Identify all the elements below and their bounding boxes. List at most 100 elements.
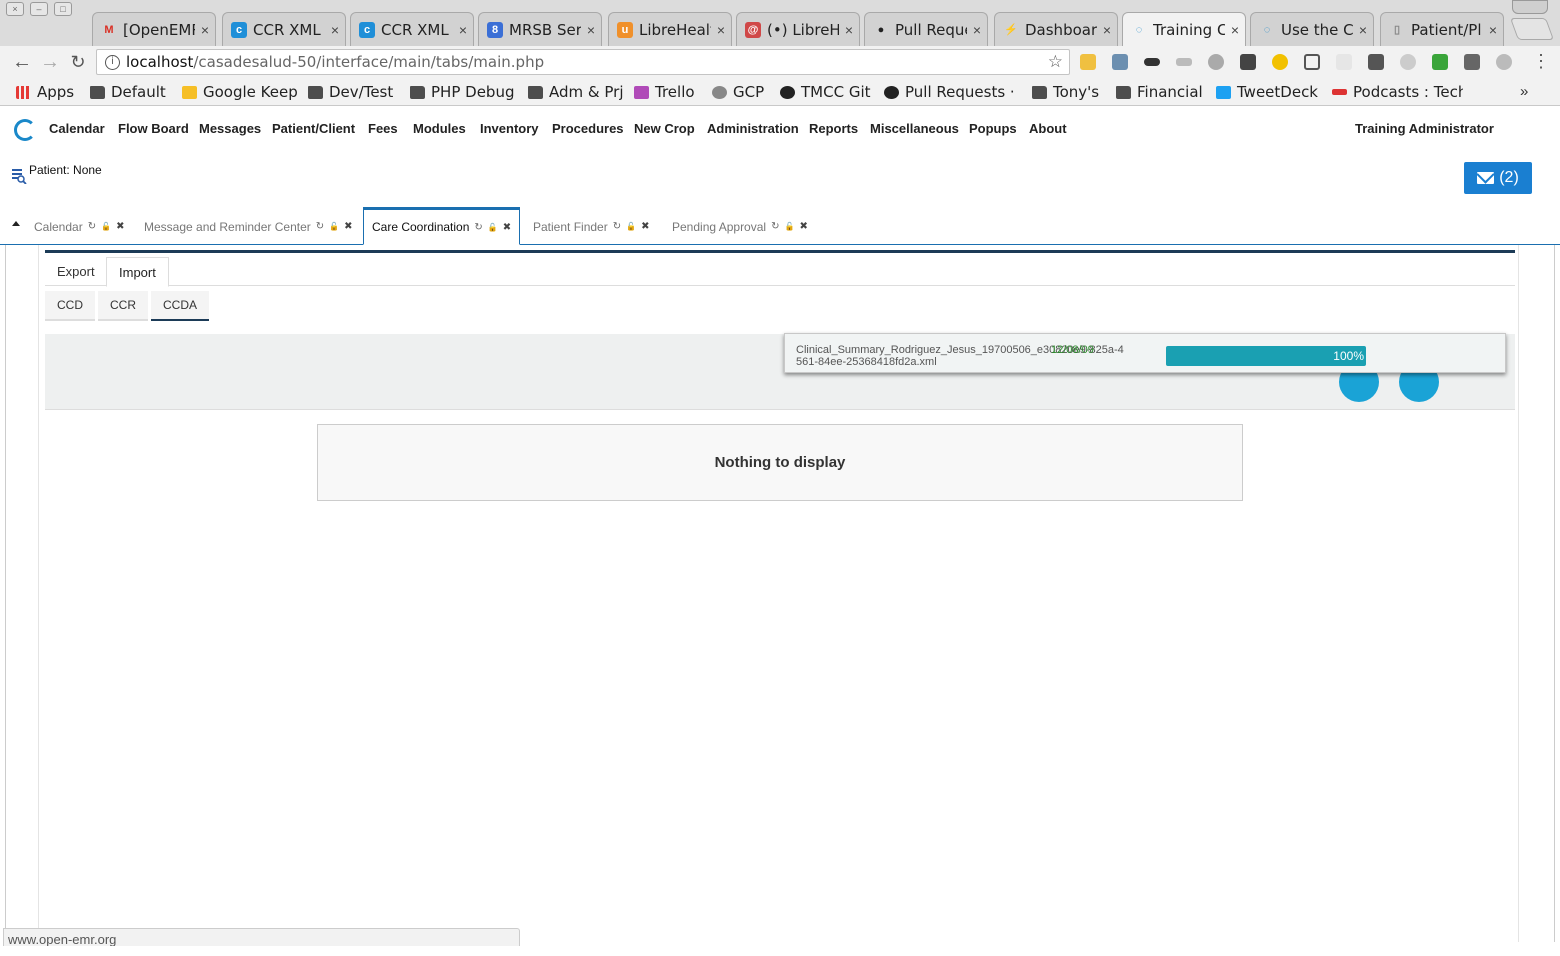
menu-administration[interactable]: Administration	[707, 121, 799, 136]
cast-icon[interactable]	[1304, 54, 1320, 70]
browser-tab[interactable]: ⚡ Dashboard ×	[994, 12, 1118, 46]
extension-blank-icon[interactable]	[1336, 54, 1352, 70]
address-bar[interactable]: i localhost/casadesalud-50/interface/mai…	[96, 49, 1070, 75]
tab-message-and-reminder-center[interactable]: Message and Reminder Center ↻ 🔓 ✖	[136, 208, 361, 245]
menu-messages[interactable]: Messages	[199, 121, 261, 136]
refresh-icon[interactable]: ↻	[771, 221, 779, 232]
bookmark-item[interactable]: Apps	[16, 82, 74, 102]
close-tab-icon[interactable]: ×	[1103, 22, 1111, 38]
reload-button[interactable]: ↻	[66, 50, 90, 74]
menu-inventory[interactable]: Inventory	[480, 121, 539, 136]
tab-import[interactable]: Import	[106, 257, 169, 287]
close-icon[interactable]: ✖	[799, 221, 807, 232]
bookmark-item[interactable]: GCP	[712, 82, 764, 102]
unlock-icon[interactable]: 🔓	[101, 222, 111, 231]
close-window-button[interactable]: ×	[6, 2, 24, 16]
tab-ccr[interactable]: CCR	[98, 291, 148, 321]
menu-flow-board[interactable]: Flow Board	[118, 121, 189, 136]
refresh-icon[interactable]: ↻	[613, 221, 621, 232]
minimize-window-button[interactable]: –	[30, 2, 48, 16]
menu-new-crop[interactable]: New Crop	[634, 121, 695, 136]
extension-pr-icon[interactable]	[1464, 54, 1480, 70]
browser-tab[interactable]: ◌ Use the Ca ×	[1250, 12, 1374, 46]
extension-green-icon[interactable]	[1432, 54, 1448, 70]
close-tab-icon[interactable]: ×	[973, 22, 981, 38]
bookmark-item[interactable]: Tony's	[1032, 82, 1099, 102]
close-tab-icon[interactable]: ×	[1231, 22, 1239, 38]
close-tab-icon[interactable]: ×	[1359, 22, 1367, 38]
close-icon[interactable]: ✖	[503, 222, 511, 233]
unlock-icon[interactable]: 🔓	[488, 223, 498, 232]
bookmark-item[interactable]: Pull Requests · L	[884, 82, 1017, 102]
extension-gear-icon[interactable]	[1208, 54, 1224, 70]
close-icon[interactable]: ✖	[641, 221, 649, 232]
close-icon[interactable]: ✖	[344, 221, 352, 232]
refresh-icon[interactable]: ↻	[88, 221, 96, 232]
close-tab-icon[interactable]: ×	[1489, 22, 1497, 38]
menu-miscellaneous[interactable]: Miscellaneous	[870, 121, 959, 136]
bookmark-item[interactable]: Google Keep	[182, 82, 298, 102]
close-tab-icon[interactable]: ×	[717, 22, 725, 38]
menu-about[interactable]: About	[1029, 121, 1067, 136]
bookmark-item[interactable]: Trello	[634, 82, 695, 102]
patient-search-icon[interactable]	[11, 168, 27, 184]
menu-reports[interactable]: Reports	[809, 121, 858, 136]
unlock-icon[interactable]: 🔓	[784, 222, 794, 231]
extension-shield-icon[interactable]	[1240, 54, 1256, 70]
site-info-icon[interactable]: i	[105, 54, 120, 70]
maximize-window-button[interactable]: □	[54, 2, 72, 16]
browser-menu-icon[interactable]: ⋮	[1532, 51, 1550, 72]
tab-ccda[interactable]: CCDA	[151, 291, 209, 321]
menu-patient-client[interactable]: Patient/Client	[272, 121, 355, 136]
browser-tab[interactable]: ● Pull Reque ×	[864, 12, 988, 46]
close-tab-icon[interactable]: ×	[845, 22, 853, 38]
menu-modules[interactable]: Modules	[413, 121, 466, 136]
bookmark-item[interactable]: Financial	[1116, 82, 1203, 102]
bookmarks-more-button[interactable]: »	[1520, 83, 1528, 100]
close-tab-icon[interactable]: ×	[331, 22, 339, 38]
bookmark-item[interactable]: Adm & Prj	[528, 82, 623, 102]
unlock-icon[interactable]: 🔓	[329, 222, 339, 231]
tab-ccd[interactable]: CCD	[45, 291, 95, 321]
bookmark-item[interactable]: Podcasts : Techr	[1332, 82, 1463, 102]
close-tab-icon[interactable]: ×	[459, 22, 467, 38]
browser-tab[interactable]: c CCR XML f ×	[222, 12, 346, 46]
bookmark-item[interactable]: PHP Debug	[410, 82, 514, 102]
bookmark-item[interactable]: TMCC Git	[780, 82, 871, 102]
refresh-icon[interactable]: ↻	[316, 221, 324, 232]
extension-notes-icon[interactable]	[1080, 54, 1096, 70]
menu-calendar[interactable]: Calendar	[49, 121, 105, 136]
menu-procedures[interactable]: Procedures	[552, 121, 624, 136]
extension-html-icon[interactable]	[1176, 58, 1192, 66]
browser-tab[interactable]: u LibreHealt ×	[608, 12, 732, 46]
user-menu[interactable]: Training Administrator	[1355, 121, 1494, 136]
messages-button[interactable]: (2)	[1464, 162, 1532, 194]
refresh-icon[interactable]: ↻	[474, 222, 482, 233]
extension-profile-icon[interactable]	[1112, 54, 1128, 70]
close-tab-icon[interactable]: ×	[201, 22, 209, 38]
unlock-icon[interactable]: 🔓	[626, 222, 636, 231]
bookmark-item[interactable]: Default	[90, 82, 166, 102]
close-tab-icon[interactable]: ×	[587, 22, 595, 38]
forward-button[interactable]: →	[38, 50, 62, 74]
tab-calendar[interactable]: Calendar ↻ 🔓 ✖	[26, 208, 132, 245]
extension-jb-icon[interactable]	[1368, 54, 1384, 70]
extension-drive-icon[interactable]	[1272, 54, 1288, 70]
browser-tab[interactable]: c CCR XML f ×	[350, 12, 474, 46]
tab-care-coordination[interactable]: Care Coordination ↻ 🔓 ✖	[363, 207, 521, 245]
openemr-logo-icon[interactable]	[14, 119, 36, 141]
profile-button[interactable]	[1512, 0, 1548, 14]
extension-cloud-icon[interactable]	[1496, 54, 1512, 70]
extension-incognito-icon[interactable]	[1144, 58, 1160, 66]
browser-tab[interactable]: M [OpenEMR ×	[92, 12, 216, 46]
bookmark-item[interactable]: TweetDeck	[1216, 82, 1318, 102]
tab-patient-finder[interactable]: Patient Finder ↻ 🔓 ✖	[525, 208, 657, 245]
menu-fees[interactable]: Fees	[368, 121, 398, 136]
menu-popups[interactable]: Popups	[969, 121, 1017, 136]
bookmark-star-icon[interactable]: ☆	[1048, 52, 1063, 72]
new-tab-button[interactable]	[1509, 18, 1555, 40]
close-icon[interactable]: ✖	[116, 221, 124, 232]
browser-tab[interactable]: ◌ Training C ×	[1122, 12, 1246, 46]
browser-tab[interactable]: 8 MRSB Serv ×	[478, 12, 602, 46]
extension-u-icon[interactable]	[1400, 54, 1416, 70]
